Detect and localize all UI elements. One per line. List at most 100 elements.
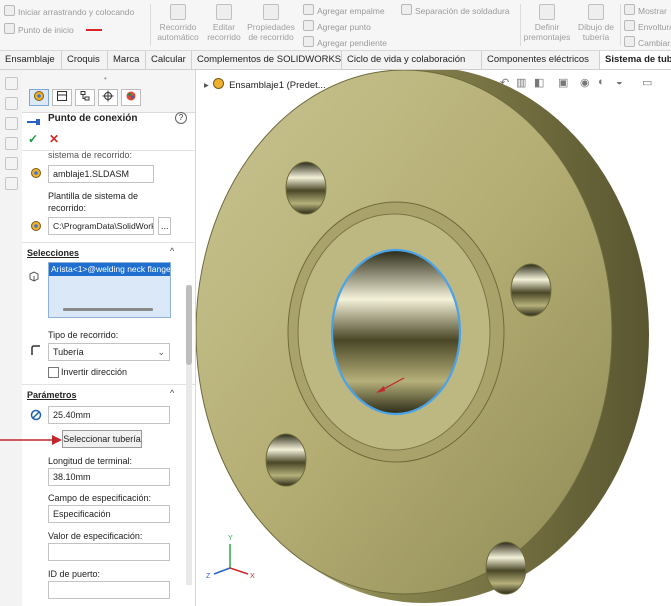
bolt-hole — [265, 433, 307, 487]
assembly-icon — [30, 167, 42, 181]
template-icon — [30, 220, 42, 234]
start-drag-drop-button[interactable]: Iniciar arrastrando y colocando — [4, 5, 134, 17]
define-assemblies-icon — [539, 4, 555, 20]
selections-header[interactable]: Selecciones — [27, 248, 79, 258]
selection-item[interactable]: Arista<1>@welding neck flange — [49, 263, 170, 276]
divider — [22, 384, 195, 385]
left-tool-strip — [0, 70, 23, 606]
strip-icon[interactable] — [5, 177, 18, 190]
spec-value-label: Valor de especificación: — [48, 531, 143, 541]
browse-button[interactable]: ... — [158, 217, 171, 235]
bolt-hole — [485, 541, 527, 595]
route-assembly-field[interactable]: amblaje1.SLDASM — [48, 165, 154, 183]
port-id-input[interactable] — [48, 581, 170, 599]
tab-calcular[interactable]: Calcular — [146, 51, 192, 69]
svg-text:Z: Z — [206, 573, 211, 580]
template-label: Plantilla de sistema de recorrido: — [48, 191, 139, 213]
route-properties-button[interactable]: Propiedades de recorrido — [245, 4, 297, 42]
add-point-icon — [303, 20, 314, 31]
spec-field-input[interactable]: Especificación — [48, 505, 170, 523]
pipe-drawing-button[interactable]: Dibujo de tubería — [574, 4, 618, 42]
panel-grip: • — [104, 74, 107, 83]
define-assemblies-button[interactable]: Definir premontajes — [522, 4, 572, 42]
svg-text:Y: Y — [228, 535, 233, 542]
select-pipe-button[interactable]: Seleccionar tubería — [62, 430, 142, 448]
change-icon — [624, 36, 635, 47]
manager-tab-bar: • — [22, 70, 195, 113]
ok-check-icon[interactable]: ✓ — [28, 132, 38, 146]
reverse-direction-checkbox[interactable] — [48, 367, 59, 378]
collapse-chevron-icon[interactable]: ^ — [170, 388, 174, 398]
selected-edge-bore[interactable] — [330, 248, 462, 416]
connection-point-icon — [26, 117, 42, 129]
reverse-direction-label: Invertir dirección — [61, 367, 128, 377]
auto-route-icon — [170, 4, 186, 20]
dimxpert-tab[interactable] — [98, 89, 118, 106]
divider — [22, 242, 195, 243]
template-path-field[interactable]: C:\ProgramData\SolidWorks — [48, 217, 154, 235]
tab-ciclo-de-vida[interactable]: Ciclo de vida y colaboración — [342, 51, 482, 69]
stub-length-label: Longitud de terminal: — [48, 456, 133, 466]
bolt-hole — [510, 263, 552, 317]
edit-route-button[interactable]: Editar recorrido — [203, 4, 245, 42]
graphics-area[interactable]: ▸ Ensamblaje1 (Predet... ⌕ ⌕ ↶ ▥ ◧ ▣ ◉ ◐… — [196, 70, 671, 606]
underline-mark — [86, 29, 103, 31]
weld-gap-icon — [401, 4, 412, 15]
selection-list[interactable]: Arista<1>@welding neck flange — [48, 262, 171, 318]
covering-button[interactable]: Envoltura — [624, 20, 671, 32]
panel-scrollbar[interactable] — [186, 285, 192, 585]
weld-gap-button[interactable]: Separación de soldadura — [401, 4, 510, 16]
strip-icon[interactable] — [5, 157, 18, 170]
property-manager: • Punto de conexión ? ✓ ✕ sistema de rec… — [22, 70, 196, 606]
list-scrollbar[interactable] — [63, 308, 153, 311]
stub-length-field[interactable]: 38.10mm — [48, 468, 170, 486]
route-type-label: Tipo de recorrido: — [48, 330, 119, 340]
property-manager-title: Punto de conexión — [48, 113, 138, 124]
add-point-button[interactable]: Agregar punto — [303, 20, 371, 32]
tab-sistema-de-tuberias[interactable]: Sistema de tub — [600, 51, 671, 69]
tab-ensamblaje[interactable]: Ensamblaje — [0, 51, 62, 69]
route-system-label: sistema de recorrido: — [48, 150, 133, 160]
edge-select-icon — [28, 270, 40, 284]
cancel-x-icon[interactable]: ✕ — [49, 132, 59, 146]
route-type-select[interactable]: Tubería ⌄ — [48, 343, 170, 361]
chevron-down-icon: ⌄ — [157, 347, 165, 357]
feature-tree-tab[interactable] — [75, 89, 95, 106]
diameter-icon — [30, 409, 42, 423]
covering-icon — [624, 20, 635, 31]
tab-marca[interactable]: Marca — [108, 51, 146, 69]
spec-value-input[interactable] — [48, 543, 170, 561]
configuration-tab[interactable] — [52, 89, 72, 106]
ribbon-separator — [620, 4, 621, 46]
change-button[interactable]: Cambiar — [624, 36, 670, 48]
diameter-field[interactable]: 25.40mm — [48, 406, 170, 424]
ribbon-separator — [520, 4, 521, 46]
tab-croquis[interactable]: Croquis — [62, 51, 108, 69]
command-manager-ribbon: Iniciar arrastrando y colocando Punto de… — [0, 0, 671, 51]
axis-triad: Y X Z — [206, 535, 255, 580]
parameters-header[interactable]: Parámetros — [27, 390, 77, 400]
tab-componentes-electricos[interactable]: Componentes eléctricos — [482, 51, 600, 69]
svg-text:X: X — [250, 573, 255, 580]
strip-icon[interactable] — [5, 137, 18, 150]
display-manager-tab[interactable] — [121, 89, 141, 106]
strip-icon[interactable] — [5, 117, 18, 130]
tab-complementos[interactable]: Complementos de SOLIDWORKS — [192, 51, 342, 69]
port-id-label: ID de puerto: — [48, 569, 101, 579]
strip-icon[interactable] — [5, 77, 18, 90]
show-button[interactable]: Mostrar — [624, 4, 667, 16]
help-icon[interactable]: ? — [175, 112, 187, 124]
add-slope-button[interactable]: Agregar pendiente — [303, 36, 387, 48]
start-point-button[interactable]: Punto de inicio — [4, 23, 103, 35]
route-properties-icon — [263, 4, 279, 20]
ribbon-separator — [150, 4, 151, 46]
annotation-arrow — [0, 435, 62, 445]
strip-icon[interactable] — [5, 97, 18, 110]
flange-model[interactable]: Y X Z — [196, 70, 671, 606]
auto-route-button[interactable]: Recorrido automático — [153, 4, 203, 42]
scroll-thumb[interactable] — [186, 285, 192, 365]
edit-route-icon — [216, 4, 232, 20]
add-elbow-button[interactable]: Agregar empalme — [303, 4, 385, 16]
property-manager-tab[interactable] — [29, 89, 49, 106]
collapse-chevron-icon[interactable]: ^ — [170, 246, 174, 256]
